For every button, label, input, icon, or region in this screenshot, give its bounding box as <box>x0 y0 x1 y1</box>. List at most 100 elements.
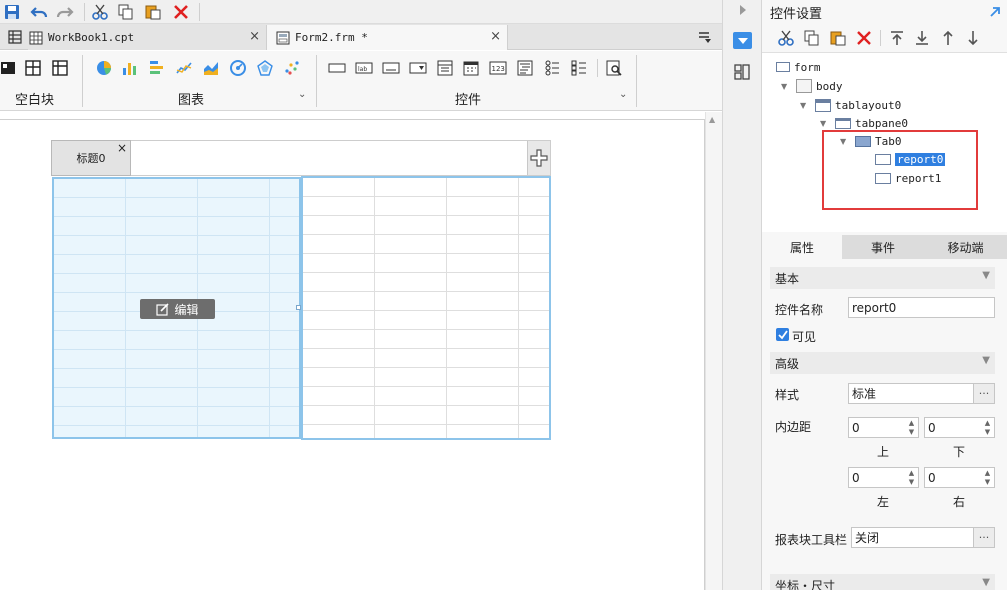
widget-settings-icon[interactable] <box>733 32 752 49</box>
divider <box>82 55 83 107</box>
visible-checkbox[interactable] <box>776 328 789 341</box>
textarea-widget-icon[interactable] <box>516 59 534 77</box>
scroll-up-icon[interactable]: ▲ <box>709 115 715 124</box>
section-advanced[interactable]: 高级 ▼ <box>770 352 995 374</box>
tree-node-label: form <box>794 60 821 74</box>
tab-block-icon[interactable] <box>24 59 42 77</box>
copy-icon[interactable] <box>117 3 135 21</box>
number-widget-icon[interactable]: 123 <box>489 59 507 77</box>
chevron-down-icon[interactable]: ⌄ <box>298 89 306 100</box>
section-label: 高级 <box>775 356 800 371</box>
tab-mobile[interactable]: 移动端 <box>924 235 1007 259</box>
tree-node-tabpane0[interactable]: tabpane0 <box>835 115 908 131</box>
cut-icon[interactable] <box>777 29 795 47</box>
close-icon[interactable]: × <box>249 29 260 44</box>
search-widget-icon[interactable] <box>605 59 623 77</box>
copy-icon[interactable] <box>803 29 821 47</box>
divider <box>597 59 598 77</box>
resize-handle[interactable] <box>296 305 301 310</box>
line-chart-icon[interactable] <box>175 59 193 77</box>
split-block-icon[interactable] <box>51 59 69 77</box>
close-icon[interactable]: × <box>117 141 127 155</box>
radio-group-icon[interactable] <box>543 59 561 77</box>
tree-node-label: tablayout0 <box>835 98 902 112</box>
tree-node-form[interactable]: form <box>776 59 821 75</box>
cut-icon[interactable] <box>91 3 109 21</box>
add-tab-button[interactable] <box>527 141 550 175</box>
chevron-down-icon[interactable]: ⌄ <box>619 89 627 100</box>
tab-title[interactable]: 标题0 × <box>51 140 131 176</box>
horizontal-bar-icon[interactable] <box>148 59 166 77</box>
grid-view-icon[interactable] <box>6 28 24 46</box>
chevron-down-icon[interactable]: ▼ <box>982 270 990 281</box>
expand-arrow-icon[interactable] <box>986 3 1004 21</box>
visible-label: 可见 <box>792 330 817 344</box>
chevron-down-icon[interactable]: ▼ <box>800 101 806 110</box>
tab-list-icon[interactable] <box>696 28 714 46</box>
tree-node-body[interactable]: body <box>796 78 843 94</box>
edit-button[interactable]: 编辑 <box>140 299 215 319</box>
highlight-box <box>822 130 978 210</box>
absolute-block-icon[interactable] <box>0 59 18 77</box>
vertical-scrollbar[interactable]: ▲ <box>705 112 722 590</box>
chevron-down-icon[interactable]: ▼ <box>982 577 990 588</box>
report-block-report1[interactable] <box>301 176 551 440</box>
widget-name-input[interactable]: report0 <box>848 297 995 318</box>
tab-form2[interactable]: Form2.frm * × <box>266 25 508 50</box>
worksheet-icon <box>28 29 44 47</box>
style-label: 样式 <box>775 388 800 402</box>
scatter-chart-icon[interactable] <box>283 59 301 77</box>
body-node-icon <box>796 79 812 93</box>
area-chart-icon[interactable] <box>202 59 220 77</box>
checkbox-group-icon[interactable] <box>570 59 588 77</box>
radar-chart-icon[interactable] <box>256 59 274 77</box>
padding-bottom-stepper[interactable]: ▲ ▼ <box>982 417 993 438</box>
chevron-down-icon[interactable]: ▼ <box>820 119 826 128</box>
delete-icon[interactable] <box>172 3 190 21</box>
collapse-arrow-icon[interactable] <box>734 1 752 19</box>
chevron-down-icon[interactable]: ▼ <box>982 355 990 366</box>
textbox-widget-icon[interactable] <box>328 59 346 77</box>
section-basic[interactable]: 基本 ▼ <box>770 267 995 289</box>
date-widget-icon[interactable] <box>462 59 480 77</box>
delete-icon[interactable] <box>855 29 873 47</box>
style-more-button[interactable]: ··· <box>973 383 995 404</box>
tab-title-label: 标题0 <box>76 152 106 165</box>
padding-right-stepper[interactable]: ▲ ▼ <box>982 467 993 488</box>
gauge-chart-icon[interactable] <box>229 59 247 77</box>
ribbon-group-label: 图表 <box>178 93 205 108</box>
move-down-icon[interactable] <box>964 29 982 47</box>
chevron-down-icon[interactable]: ▼ <box>781 82 787 91</box>
padding-left-stepper[interactable]: ▲ ▼ <box>906 467 917 488</box>
undo-icon[interactable] <box>30 3 48 21</box>
save-icon[interactable] <box>3 3 21 21</box>
tab-workbook1[interactable]: WorkBook1.cpt × <box>28 25 266 50</box>
divider <box>316 55 317 107</box>
form-file-icon <box>275 29 291 47</box>
report-toolbar-more-button[interactable]: ··· <box>973 527 995 548</box>
bar-chart-icon[interactable] <box>121 59 139 77</box>
move-to-bottom-icon[interactable] <box>913 29 931 47</box>
tab-properties[interactable]: 属性 <box>762 235 842 259</box>
paste-icon[interactable] <box>144 3 162 21</box>
pie-chart-icon[interactable] <box>95 59 113 77</box>
tab-events[interactable]: 事件 <box>842 235 924 259</box>
label-widget-icon[interactable]: lab <box>355 59 373 77</box>
move-up-icon[interactable] <box>939 29 957 47</box>
close-icon[interactable]: × <box>490 29 501 44</box>
combobox-widget-icon[interactable] <box>409 59 427 77</box>
redo-icon[interactable] <box>56 3 74 21</box>
paste-icon[interactable] <box>829 29 847 47</box>
list-widget-icon[interactable] <box>436 59 454 77</box>
style-input[interactable]: 标准 <box>848 383 974 404</box>
move-to-top-icon[interactable] <box>888 29 906 47</box>
section-label: 基本 <box>775 271 800 286</box>
padding-top-stepper[interactable]: ▲ ▼ <box>906 417 917 438</box>
section-coords[interactable]: 坐标・尺寸 ▼ <box>770 574 995 590</box>
report-toolbar-input[interactable]: 关闭 <box>851 527 974 548</box>
form-node-icon <box>776 62 790 72</box>
component-library-icon[interactable] <box>733 63 751 81</box>
page-border <box>0 119 705 120</box>
tree-node-tablayout0[interactable]: tablayout0 <box>815 97 901 113</box>
button-widget-icon[interactable] <box>382 59 400 77</box>
